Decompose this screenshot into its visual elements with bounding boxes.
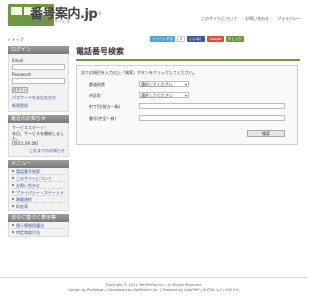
town-label: 町丁目(前方一致) [89,104,121,109]
login-panel: Email Password ログイン パスワードをお忘れの方 新規登録 [8,54,69,112]
footer-copyright: Copyright © 2011. NetPerfect Inc., All R… [105,283,202,287]
like-button[interactable]: いいね！ [187,36,206,42]
tweet-count: 0 [177,36,186,42]
legal-item-commerce-law[interactable]: 特定商取引法 [12,229,65,236]
legal-item-privacy-law[interactable]: 個人情報保護法 [12,222,65,229]
city-select[interactable]: 選択してください [139,92,189,98]
version-label: Ver. 1.0 [86,11,102,16]
news-item-date: [2011.09.28] [12,140,39,146]
form-instruction: 全ての項目を入力の上「検索」ボタンをクリックしてください。 [81,70,197,75]
news-item-text: 本日、サービスを開始しました。 [12,130,64,141]
login-heading: ログイン [8,46,69,54]
town-input[interactable] [139,103,285,109]
password-label: Password [12,72,31,77]
page-title: 電話番号検索 [76,46,300,61]
menu-item-pricing[interactable]: 料金表 [12,203,65,210]
google-button[interactable]: Google [207,36,224,42]
sidebar: ログイン Email Password ログイン パスワードをお忘れの方 新規登… [8,46,69,237]
prefecture-label: 都道府県 [89,82,105,87]
search-button[interactable]: 検索 [247,130,285,137]
number-input[interactable] [139,115,285,121]
legal-heading: 法令に基づく表示等 [8,213,69,222]
footer-credits: Design by ProDesign | Developed by NetPe… [68,288,239,292]
city-label: 市区町 [89,93,101,98]
site-footer: Copyright © 2011. NetPerfect Inc., All R… [0,277,307,300]
menu-item-contact[interactable]: お問い合わせ [12,182,65,189]
menu-item-about[interactable]: このサイトについて [12,175,65,182]
header-link-contact[interactable]: お問い合わせ [245,16,269,22]
check-button[interactable]: チェック [225,36,244,42]
news-panel: サービススタート！ 本日、サービスを開始しました。 [2011.09.28] こ… [8,123,69,157]
register-link[interactable]: 新規登録 [12,103,65,109]
menu-item-search[interactable]: 電話番号検索 [12,168,65,175]
header-link-privacy[interactable]: プライバシー [277,16,301,22]
number-label: 番号(完全一致) [89,116,117,121]
login-button[interactable]: ログイン [12,87,28,93]
news-heading: 最近のお知らせ [8,115,69,123]
legal-panel: 個人情報保護法 特定商取引法 [8,221,69,237]
header-link-about[interactable]: このサイトについて [201,16,237,22]
menu-heading: メニュー [8,159,69,168]
site-subtitle: 電話番号案内サービス [30,19,70,24]
menu-panel: 電話番号検索 このサイトについて お問い合わせ プライバシー・ステートメント 利… [8,167,69,211]
search-form: 全ての項目を入力の上「検索」ボタンをクリックしてください。 都道府県 選択してく… [76,65,298,145]
password-field[interactable] [12,78,65,84]
site-header: 番号案内.jp Ver. 1.0 電話番号案内サービス このサイトについて お問… [0,0,307,33]
tweet-button[interactable]: ツイートする [150,36,175,42]
email-label: Email [12,58,24,63]
breadcrumb[interactable]: » トップ [8,37,24,43]
menu-item-terms[interactable]: 利用規約 [12,196,65,203]
share-bar: ツイートする 0 いいね！ Google チェック [150,36,244,42]
header-links: このサイトについて お問い合わせ プライバシー [201,16,301,22]
email-field[interactable] [12,64,65,70]
news-more-link[interactable]: これまでのお知らせ [12,148,65,154]
forgot-password-link[interactable]: パスワードをお忘れの方 [12,95,65,101]
main-content: 電話番号検索 全ての項目を入力の上「検索」ボタンをクリックしてください。 都道府… [76,46,300,264]
prefecture-select[interactable]: 選択してください [139,81,189,87]
menu-item-privacy[interactable]: プライバシー・ステートメント [12,189,65,202]
